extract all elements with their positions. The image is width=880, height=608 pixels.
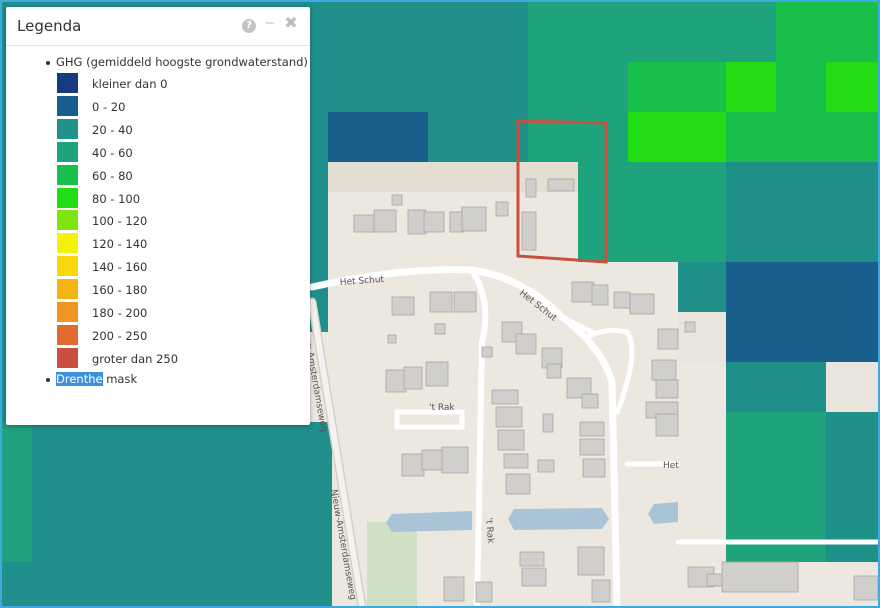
- legend-swatch: [57, 210, 78, 231]
- layer-label: GHG (gemiddeld hoogste grondwaterstand): [56, 55, 308, 69]
- legend-class-label: 60 - 80: [92, 168, 133, 183]
- legend-layer-ghg[interactable]: GHG (gemiddeld hoogste grondwaterstand): [46, 55, 308, 69]
- help-icon[interactable]: ?: [242, 19, 256, 33]
- legend-class-label: groter dan 250: [92, 351, 179, 366]
- legend-swatch: [57, 279, 78, 300]
- close-icon[interactable]: ✖: [284, 15, 298, 31]
- street-label: Het: [663, 461, 679, 471]
- street-label: 't Rak: [429, 403, 455, 413]
- legend-class-label: kleiner dan 0: [92, 77, 168, 91]
- legend-layer-mask[interactable]: Drenthe mask: [46, 372, 137, 386]
- legend-class-label: 140 - 160: [92, 260, 148, 275]
- legend-swatch: [57, 256, 78, 277]
- legend-swatch: [57, 164, 78, 185]
- legend-swatch: [57, 95, 78, 116]
- legend-class-label: 160 - 180: [92, 283, 148, 298]
- bullet-icon: [46, 60, 50, 65]
- legend-class-label: 40 - 60: [92, 145, 133, 160]
- legend-class-label: 200 - 250: [92, 328, 148, 343]
- legend-swatch: [57, 347, 78, 368]
- legend-class-label: 20 - 40: [92, 122, 133, 137]
- legend-swatch: [57, 324, 78, 345]
- legend-class-label: 120 - 140: [92, 237, 148, 252]
- layer-label: mask: [102, 372, 138, 386]
- legend-swatch: [57, 141, 78, 162]
- legend-class-label: 100 - 120: [92, 214, 148, 229]
- selected-text: Drenthe: [56, 372, 103, 386]
- legend-swatch: [57, 73, 78, 93]
- legend-swatch: [57, 233, 78, 254]
- legend-swatch: [57, 187, 78, 208]
- legend-swatch: [57, 302, 78, 322]
- minimize-icon[interactable]: ‒: [263, 15, 277, 30]
- legend-class-label: 80 - 100: [92, 191, 141, 206]
- legend-swatch: [57, 118, 78, 139]
- legend-class-label: 180 - 200: [92, 306, 148, 320]
- legend-panel: Legenda ? ‒ ✖ GHG (gemiddeld hoogste gro…: [6, 7, 310, 425]
- bullet-icon: [46, 377, 50, 382]
- legend-class-label: 0 - 20: [92, 99, 126, 114]
- legend-title: Legenda: [17, 17, 82, 35]
- map-frame: Het Schut Het Schut Nieuw-Amsterdamseweg…: [0, 0, 880, 608]
- legend-header: Legenda ? ‒ ✖: [6, 7, 310, 46]
